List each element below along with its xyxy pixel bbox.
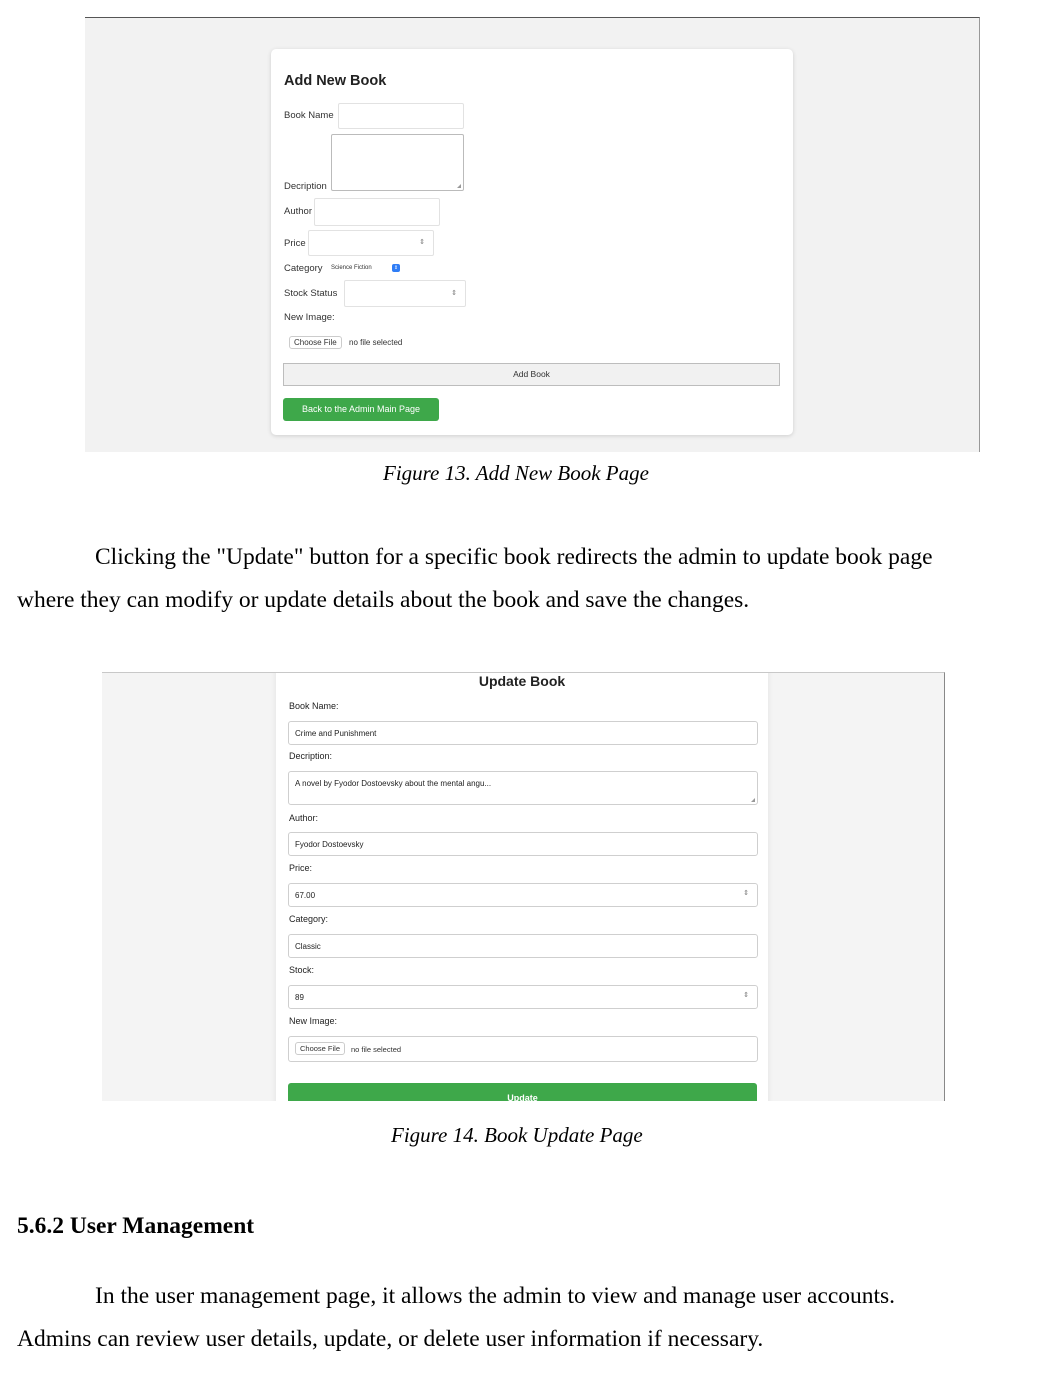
paragraph-line-2: where they can modify or update details … (17, 587, 750, 613)
updown-arrows-icon[interactable]: ⇕ (743, 992, 749, 1000)
price-label: Price: (289, 863, 313, 873)
description-label: Decription (284, 181, 327, 192)
updown-arrows-icon[interactable]: ⇕ (451, 290, 457, 297)
category-value: Classic (295, 942, 321, 951)
category-select[interactable]: Science Fiction (331, 265, 372, 271)
author-input[interactable]: Fyodor Dostoevsky (288, 832, 758, 856)
figure-14-screenshot: Update Book Book Name: Crime and Punishm… (102, 672, 945, 1101)
stock-status-select[interactable]: ⇕ (344, 280, 466, 307)
choose-file-button[interactable]: Choose File (289, 336, 342, 349)
author-label: Author (284, 206, 312, 217)
price-input[interactable]: ⇕ (308, 230, 434, 256)
book-name-input[interactable]: Crime and Punishment (288, 721, 758, 745)
section-heading: 5.6.2 User Management (17, 1213, 255, 1239)
category-label: Category: (289, 914, 329, 924)
update-button[interactable]: Update (288, 1083, 757, 1101)
update-book-form-card: Update Book Book Name: Crime and Punishm… (276, 673, 768, 1101)
section-line-2: Admins can review user details, update, … (17, 1326, 764, 1352)
new-image-label: New Image: (289, 1016, 338, 1026)
description-label: Decription: (289, 751, 333, 761)
form-title: Add New Book (284, 73, 387, 89)
back-to-admin-button[interactable]: Back to the Admin Main Page (283, 398, 439, 421)
no-file-text: no file selected (349, 338, 403, 347)
add-book-button[interactable]: Add Book (283, 363, 780, 386)
figure-14-caption: Figure 14. Book Update Page (391, 1123, 643, 1147)
price-label: Price (284, 238, 306, 249)
no-file-text: no file selected (351, 1045, 402, 1054)
updown-arrows-icon[interactable]: ⇕ (419, 239, 425, 246)
author-input[interactable] (314, 198, 440, 226)
new-image-label: New Image: (284, 312, 335, 323)
book-name-label: Book Name (284, 110, 334, 121)
stock-input[interactable]: 89 ⇕ (288, 985, 758, 1009)
book-name-input[interactable] (338, 103, 464, 129)
stock-value: 89 (295, 993, 304, 1002)
book-name-label: Book Name: (289, 701, 339, 711)
choose-file-button[interactable]: Choose File (295, 1042, 346, 1055)
price-value: 67.00 (295, 891, 316, 900)
description-value: A novel by Fyodor Dostoevsky about the m… (295, 779, 492, 788)
description-textarea[interactable]: A novel by Fyodor Dostoevsky about the m… (288, 771, 758, 805)
stock-label: Stock: (289, 965, 315, 975)
figure-13-caption: Figure 13. Add New Book Page (383, 461, 649, 485)
form-title: Update Book (478, 673, 566, 689)
add-book-form-card: Add New Book Book Name Decription Author… (271, 49, 793, 435)
stock-status-label: Stock Status (284, 288, 338, 299)
select-chevron-icon[interactable]: ⇕ (392, 264, 400, 272)
author-value: Fyodor Dostoevsky (295, 840, 364, 849)
section-line-1: In the user management page, it allows t… (95, 1283, 896, 1309)
price-input[interactable]: 67.00 ⇕ (288, 883, 758, 907)
description-textarea[interactable] (331, 134, 464, 191)
category-label: Category (284, 263, 323, 274)
paragraph-line-1: Clicking the "Update" button for a speci… (95, 544, 933, 570)
resize-handle-icon[interactable] (751, 798, 755, 802)
category-input[interactable]: Classic (288, 934, 758, 958)
figure-13-screenshot: Add New Book Book Name Decription Author… (85, 17, 980, 452)
book-name-value: Crime and Punishment (295, 729, 377, 738)
resize-handle-icon[interactable] (457, 184, 461, 188)
author-label: Author: (289, 813, 319, 823)
file-input[interactable]: Choose File no file selected (288, 1036, 758, 1062)
updown-arrows-icon[interactable]: ⇕ (743, 890, 749, 898)
